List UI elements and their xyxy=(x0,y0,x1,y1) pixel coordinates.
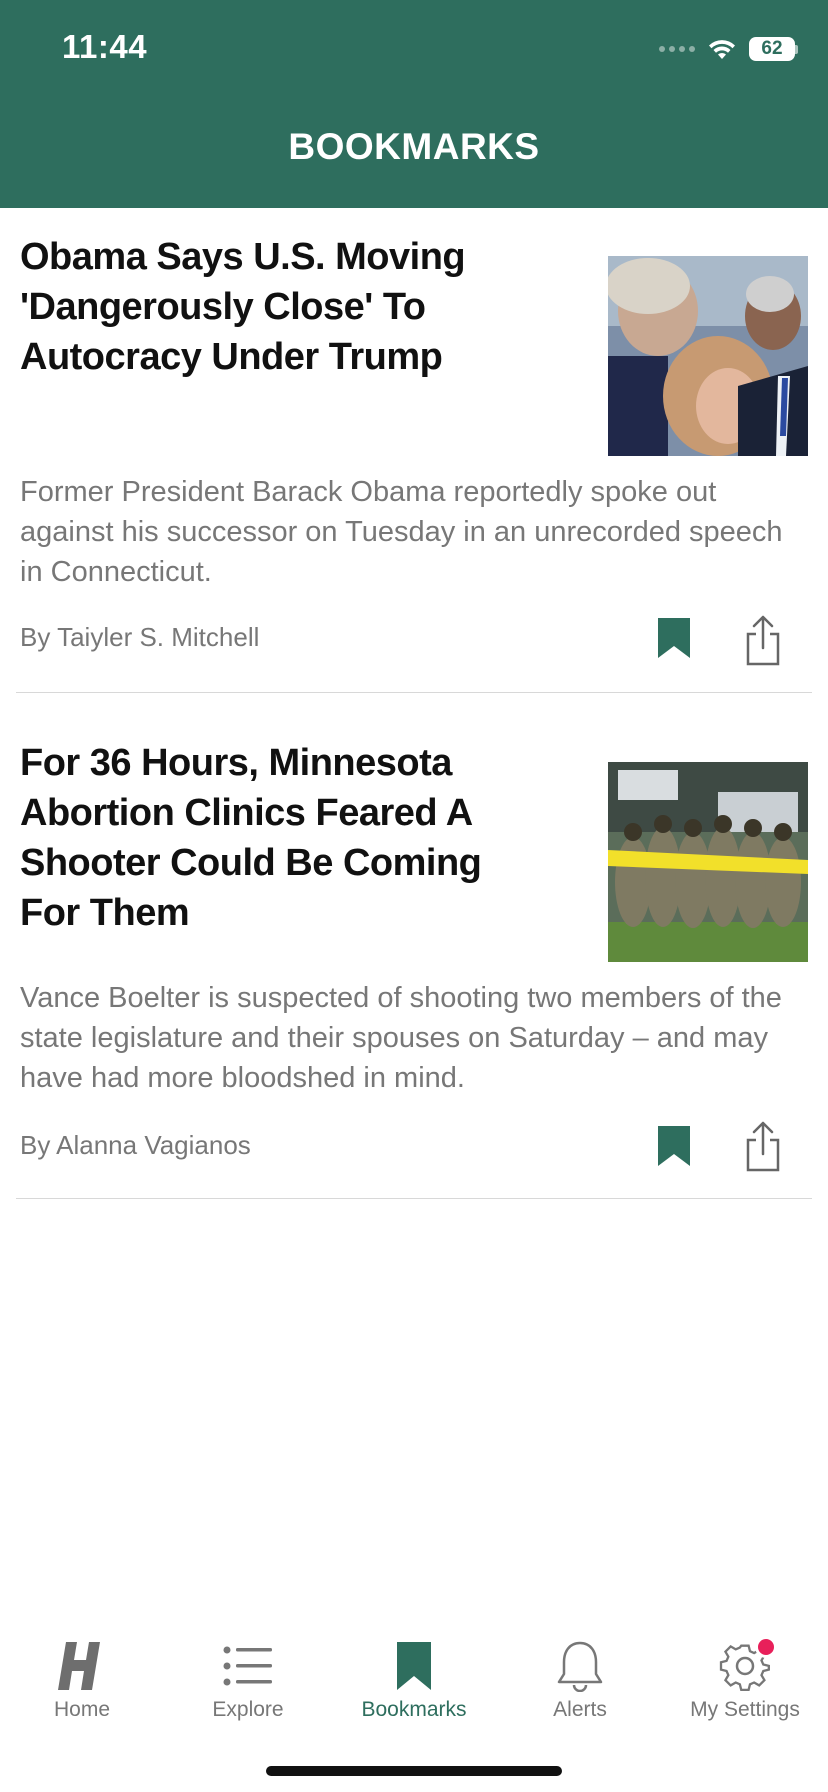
bottom-tab-bar: Home Explore Bookmarks Alerts My Setting… xyxy=(0,1624,828,1744)
tab-label: Alerts xyxy=(553,1698,607,1721)
home-indicator[interactable] xyxy=(266,1766,562,1776)
bookmark-icon xyxy=(388,1640,440,1692)
battery-cap xyxy=(795,44,798,54)
bookmark-button[interactable] xyxy=(656,1124,692,1168)
bell-icon xyxy=(554,1640,606,1693)
article-divider xyxy=(16,692,812,693)
article-divider xyxy=(16,1198,812,1199)
tab-label: Bookmarks xyxy=(361,1698,467,1721)
article-summary: Former President Barack Obama reportedly… xyxy=(20,476,783,588)
article-title[interactable]: Obama Says U.S. Moving 'Dangerously Clos… xyxy=(20,232,540,382)
list-icon xyxy=(222,1640,274,1692)
notification-badge xyxy=(755,1636,777,1658)
article-summary: Vance Boelter is suspected of shooting t… xyxy=(20,982,782,1094)
article-byline: By Taiyler S. Mitchell xyxy=(20,622,260,652)
huffpost-h-icon xyxy=(56,1640,108,1692)
cellular-signal-icon xyxy=(659,46,695,52)
tab-bookmarks[interactable]: Bookmarks xyxy=(339,1640,489,1740)
share-icon xyxy=(746,615,780,666)
article-title[interactable]: For 36 Hours, Minnesota Abortion Clinics… xyxy=(20,738,540,938)
share-button[interactable] xyxy=(742,1120,784,1172)
tab-home[interactable]: Home xyxy=(7,1640,157,1740)
article-thumbnail[interactable] xyxy=(608,762,808,962)
article-thumbnail[interactable] xyxy=(608,256,808,456)
status-time: 11:44 xyxy=(62,28,148,65)
share-button[interactable] xyxy=(742,614,784,666)
article-byline: By Alanna Vagianos xyxy=(20,1130,251,1160)
tab-explore[interactable]: Explore xyxy=(173,1640,323,1740)
tab-alerts[interactable]: Alerts xyxy=(505,1640,655,1740)
page-title: BOOKMARKS xyxy=(288,126,540,167)
bookmark-button[interactable] xyxy=(656,616,692,660)
wifi-icon xyxy=(707,37,737,61)
app-header: 11:44 62 BOOKMARKS xyxy=(0,0,828,208)
status-indicators: 62 xyxy=(659,34,798,64)
battery-icon: 62 xyxy=(749,37,795,61)
tab-my-settings[interactable]: My Settings xyxy=(670,1636,820,1740)
tab-label: My Settings xyxy=(690,1698,800,1721)
tab-label: Home xyxy=(53,1698,111,1721)
bookmark-filled-icon xyxy=(658,1126,690,1166)
tab-label: Explore xyxy=(212,1698,284,1721)
bookmark-filled-icon xyxy=(658,618,690,658)
bookmarks-screen: 11:44 62 BOOKMARKS Obama Says U.S. Movin… xyxy=(0,0,828,1792)
gear-icon xyxy=(719,1636,777,1692)
share-icon xyxy=(746,1121,780,1172)
